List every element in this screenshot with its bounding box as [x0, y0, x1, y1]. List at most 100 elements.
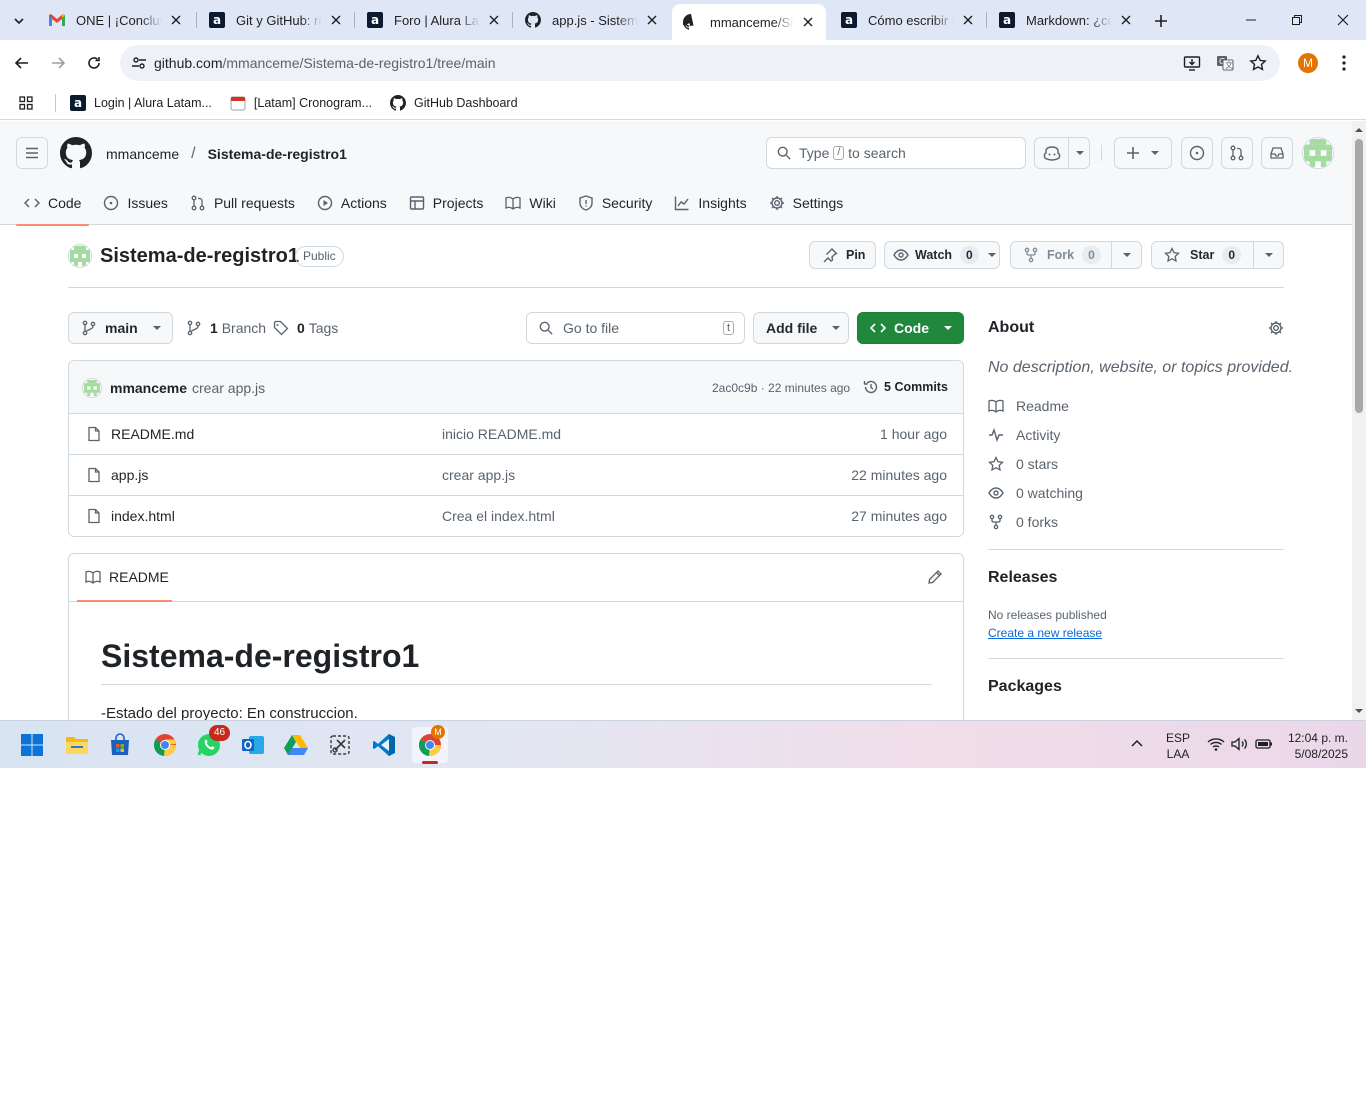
browser-tab-git-github[interactable]: a Git y GitHub: rep: [198, 4, 354, 36]
browser-tab-como-escribir[interactable]: a Cómo escribir ur: [830, 4, 986, 36]
avatar[interactable]: [82, 378, 102, 398]
file-commit-message[interactable]: Crea el index.html: [442, 508, 555, 524]
tab-pull-requests[interactable]: Pull requests: [182, 181, 303, 225]
browser-menu-button[interactable]: [1334, 53, 1354, 73]
tab-insights[interactable]: Insights: [666, 181, 754, 225]
about-activity-link[interactable]: Activity: [988, 427, 1060, 443]
snipping-tool-button[interactable]: [324, 729, 356, 761]
create-new-button[interactable]: [1114, 137, 1172, 169]
about-settings-button[interactable]: [1268, 320, 1284, 336]
translate-icon[interactable]: G文: [1215, 53, 1235, 73]
file-explorer-button[interactable]: [61, 729, 93, 761]
volume-icon[interactable]: [1231, 737, 1249, 751]
breadcrumb-owner[interactable]: mmanceme: [106, 146, 179, 162]
forward-button[interactable]: [42, 47, 74, 79]
bookmark-star-icon[interactable]: [1248, 53, 1268, 73]
browser-tab-gmail[interactable]: ONE | ¡Concluye: [38, 4, 194, 36]
bookmark-alura-login[interactable]: a Login | Alura Latam...: [70, 94, 212, 111]
repo-title[interactable]: Sistema-de-registro1: [100, 245, 299, 268]
commit-author[interactable]: mmanceme: [110, 380, 187, 396]
clock[interactable]: 12:04 p. m. 5/08/2025: [1284, 730, 1348, 762]
show-hidden-icons-button[interactable]: [1130, 737, 1144, 751]
file-name[interactable]: index.html: [111, 508, 175, 524]
browser-tab-appjs[interactable]: app.js - Sistema-: [514, 4, 670, 36]
reload-button[interactable]: [78, 47, 110, 79]
readme-tab[interactable]: README: [77, 554, 172, 602]
breadcrumb-repo[interactable]: Sistema-de-registro1: [208, 146, 347, 162]
releases-title[interactable]: Releases: [988, 569, 1057, 587]
inbox-button[interactable]: [1261, 137, 1293, 169]
close-tab-icon[interactable]: [486, 12, 502, 28]
chrome-profile-taskbar-button[interactable]: M: [412, 725, 448, 764]
issues-button[interactable]: [1181, 137, 1213, 169]
start-button[interactable]: [16, 729, 48, 761]
address-bar[interactable]: github.com/mmanceme/Sistema-de-registro1…: [120, 45, 1280, 81]
global-menu-button[interactable]: [16, 137, 48, 169]
file-name[interactable]: README.md: [111, 426, 194, 442]
about-watching-link[interactable]: 0 watching: [988, 485, 1083, 501]
commit-message[interactable]: crear app.js: [192, 380, 265, 396]
copilot-button[interactable]: [1034, 137, 1090, 169]
apps-button[interactable]: [19, 95, 33, 110]
new-tab-button[interactable]: [1150, 10, 1172, 32]
user-avatar[interactable]: [1302, 137, 1334, 169]
close-window-button[interactable]: [1320, 0, 1366, 40]
close-tab-icon[interactable]: [644, 12, 660, 28]
maximize-button[interactable]: [1274, 0, 1320, 40]
commits-link[interactable]: 5 Commits: [863, 379, 948, 395]
bookmark-github-dashboard[interactable]: GitHub Dashboard: [390, 94, 518, 111]
star-button[interactable]: Star 0: [1151, 241, 1284, 269]
profile-avatar[interactable]: M: [1298, 53, 1318, 73]
tab-settings[interactable]: Settings: [761, 181, 852, 225]
search-input[interactable]: Type / to search: [766, 137, 1026, 169]
wifi-icon[interactable]: [1207, 737, 1225, 751]
fork-button[interactable]: Fork 0: [1010, 241, 1142, 269]
tab-wiki[interactable]: Wiki: [497, 181, 563, 225]
tags-link[interactable]: 0 Tags: [273, 320, 338, 336]
close-tab-icon[interactable]: [168, 12, 184, 28]
tab-code[interactable]: Code: [16, 181, 90, 226]
close-tab-icon[interactable]: [800, 14, 816, 30]
microsoft-store-button[interactable]: [104, 729, 136, 761]
battery-icon[interactable]: [1255, 737, 1273, 751]
table-row[interactable]: README.md inicio README.md 1 hour ago: [69, 414, 963, 455]
about-readme-link[interactable]: Readme: [988, 398, 1069, 414]
add-file-button[interactable]: Add file: [753, 312, 849, 344]
pin-button[interactable]: Pin: [809, 241, 876, 269]
input-language-indicator[interactable]: ESP LAA: [1166, 730, 1190, 762]
tab-projects[interactable]: Projects: [401, 181, 492, 225]
file-commit-message[interactable]: inicio README.md: [442, 426, 561, 442]
github-logo-icon[interactable]: [60, 137, 92, 169]
close-tab-icon[interactable]: [960, 12, 976, 28]
chrome-taskbar-button[interactable]: [149, 729, 181, 761]
branch-selector[interactable]: main: [68, 312, 173, 344]
page-scrollbar[interactable]: [1352, 121, 1366, 720]
browser-tab-foro[interactable]: a Foro | Alura Lata: [356, 4, 512, 36]
table-row[interactable]: app.js crear app.js 22 minutes ago: [69, 455, 963, 496]
branches-link[interactable]: 1 Branch: [186, 320, 266, 336]
site-info-icon[interactable]: [130, 54, 148, 72]
whatsapp-button[interactable]: 46: [193, 725, 231, 761]
tab-actions[interactable]: Actions: [309, 181, 395, 225]
browser-tab-repo-active[interactable]: mmanceme/Sist: [672, 4, 826, 40]
close-tab-icon[interactable]: [1118, 12, 1134, 28]
commit-hash-time[interactable]: 2ac0c9b · 22 minutes ago: [712, 381, 850, 395]
about-stars-link[interactable]: 0 stars: [988, 456, 1058, 472]
tab-security[interactable]: Security: [570, 181, 661, 225]
bookmark-cronograma[interactable]: [Latam] Cronogram...: [230, 95, 372, 111]
scrollbar-thumb[interactable]: [1355, 139, 1363, 413]
vscode-button[interactable]: [368, 729, 400, 761]
back-button[interactable]: [6, 47, 38, 79]
close-tab-icon[interactable]: [328, 12, 344, 28]
browser-tab-markdown[interactable]: a Markdown: ¿cóm: [988, 4, 1144, 36]
packages-title[interactable]: Packages: [988, 678, 1062, 696]
code-button[interactable]: Code: [857, 312, 964, 344]
file-commit-message[interactable]: crear app.js: [442, 467, 515, 483]
edit-readme-button[interactable]: [927, 569, 943, 585]
minimize-button[interactable]: [1228, 0, 1274, 40]
watch-button[interactable]: Watch 0: [884, 241, 1000, 269]
pull-requests-button[interactable]: [1221, 137, 1253, 169]
tab-search-button[interactable]: [8, 10, 30, 32]
tab-issues[interactable]: Issues: [95, 181, 175, 225]
install-app-icon[interactable]: [1182, 53, 1202, 73]
